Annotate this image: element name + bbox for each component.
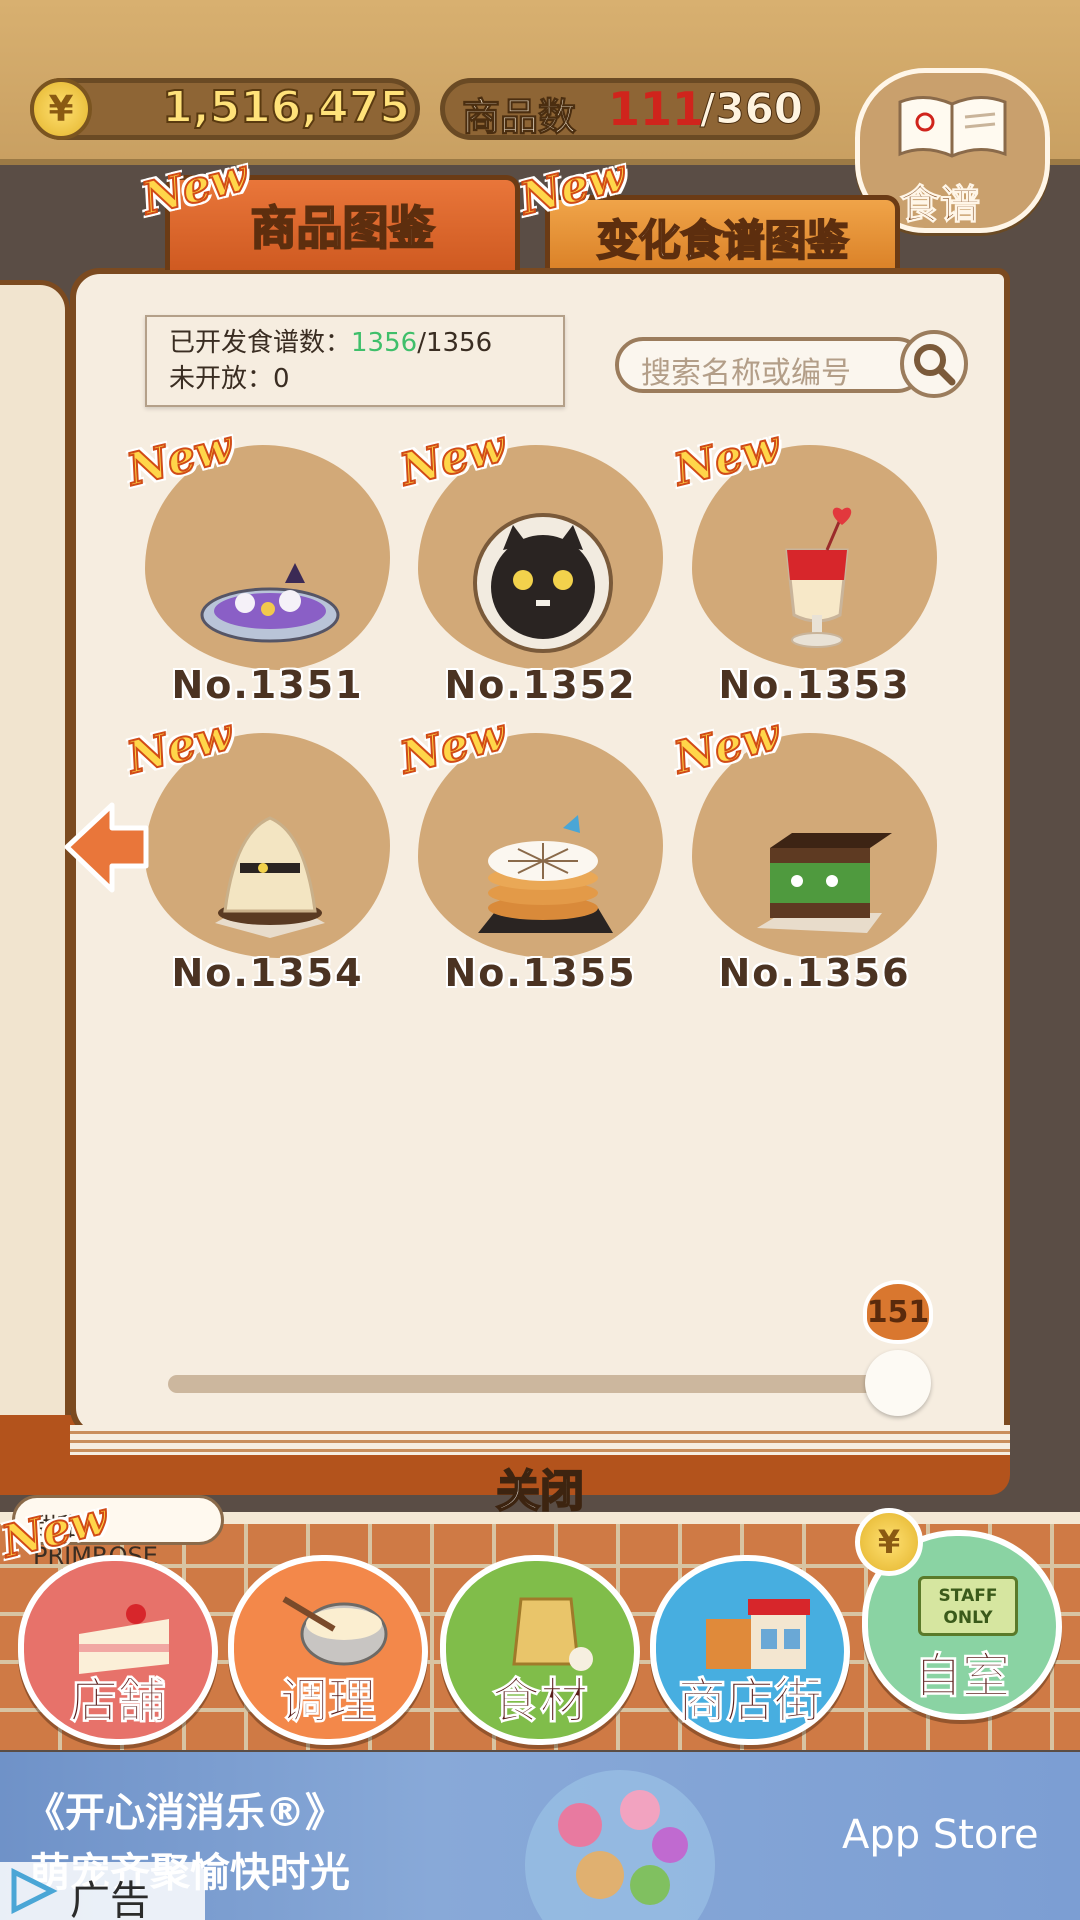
nav-label: 调理 bbox=[279, 1673, 376, 1730]
catalog-item[interactable]: No.1351 New bbox=[121, 420, 395, 707]
catalog-item[interactable]: No.1353 New bbox=[668, 420, 942, 707]
mummy-mont-blanc-icon bbox=[215, 816, 325, 938]
closed-recipes: 未开放：0 bbox=[169, 364, 290, 394]
nav-label: 食材 bbox=[491, 1673, 588, 1730]
goods-current: 111 bbox=[608, 82, 705, 136]
nav-label: 自室 bbox=[913, 1648, 1010, 1705]
search-placeholder: 搜索名称或编号 bbox=[641, 356, 851, 391]
item-number: No.1354 bbox=[171, 951, 364, 995]
nav-label: 店舗 bbox=[69, 1673, 166, 1730]
spider-web-pancakes-icon bbox=[478, 815, 613, 933]
nav-cook-button[interactable]: 调理 bbox=[228, 1555, 428, 1745]
item-number: No.1353 bbox=[718, 663, 911, 707]
opened-value: 1356 bbox=[351, 328, 418, 358]
coin-icon: ¥ bbox=[30, 78, 92, 140]
catalog-item[interactable]: No.1355 New bbox=[394, 708, 668, 995]
catalog-item[interactable]: No.1356 New bbox=[668, 708, 942, 995]
play-icon bbox=[11, 1868, 58, 1914]
search-input[interactable]: 搜索名称或编号 bbox=[615, 337, 925, 393]
close-button[interactable]: 关闭 bbox=[470, 1455, 610, 1518]
book-left-page bbox=[0, 280, 70, 1460]
item-number: No.1351 bbox=[171, 663, 364, 707]
tab-label: 变化食谱图鉴 bbox=[595, 215, 849, 266]
opened-label: 已开发食谱数： bbox=[169, 328, 352, 358]
item-number: No.1352 bbox=[444, 663, 637, 707]
item-number: No.1355 bbox=[444, 951, 637, 995]
ad-title: 《开心消消乐®》 bbox=[25, 1790, 345, 1836]
ad-artwork-icon bbox=[525, 1770, 715, 1920]
purple-halloween-dish-icon bbox=[200, 563, 340, 643]
nav-store-button[interactable]: 店舗 bbox=[18, 1555, 218, 1745]
page-slider-value: 151 bbox=[863, 1280, 933, 1344]
item-number: No.1356 bbox=[718, 951, 911, 995]
catalog-item[interactable]: No.1352 New bbox=[394, 420, 668, 707]
staff-only-sign-icon: STAFF ONLY bbox=[918, 1576, 1018, 1636]
opened-total: /1356 bbox=[417, 328, 493, 358]
catalog-item[interactable]: No.1354 New bbox=[121, 708, 395, 995]
nav-shopping-street-button[interactable]: 商店街 bbox=[650, 1555, 850, 1745]
app-store-link[interactable]: App Store bbox=[842, 1812, 1039, 1858]
nav-label: 商店街 bbox=[677, 1673, 822, 1730]
recipe-count-label: 已开发食谱数：1356/1356 未开放：0 bbox=[145, 315, 565, 407]
previous-page-arrow-icon[interactable] bbox=[62, 800, 150, 895]
coin-icon: ¥ bbox=[855, 1508, 923, 1576]
goods-label: 商品数 bbox=[461, 95, 577, 140]
red-parfait-icon bbox=[785, 507, 852, 648]
page-edge bbox=[70, 1425, 1010, 1455]
nav-ingredients-button[interactable]: 食材 bbox=[440, 1555, 640, 1745]
page-slider-track[interactable] bbox=[168, 1375, 913, 1393]
page-slider-thumb[interactable] bbox=[865, 1350, 931, 1416]
opened-recipes-row: 已开发食谱数：1356/1356 bbox=[169, 325, 541, 361]
recipe-label: 食谱 bbox=[900, 182, 981, 229]
search-icon bbox=[914, 344, 956, 386]
coin-value: 1,516,475 bbox=[161, 81, 411, 134]
search-button[interactable] bbox=[900, 330, 968, 398]
black-cat-plate-icon bbox=[473, 513, 613, 653]
tab-label: 商品图鉴 bbox=[250, 200, 436, 256]
goods-total: /360 bbox=[699, 84, 804, 134]
open-book-icon bbox=[898, 96, 1007, 158]
green-monster-cake-icon bbox=[757, 833, 892, 933]
